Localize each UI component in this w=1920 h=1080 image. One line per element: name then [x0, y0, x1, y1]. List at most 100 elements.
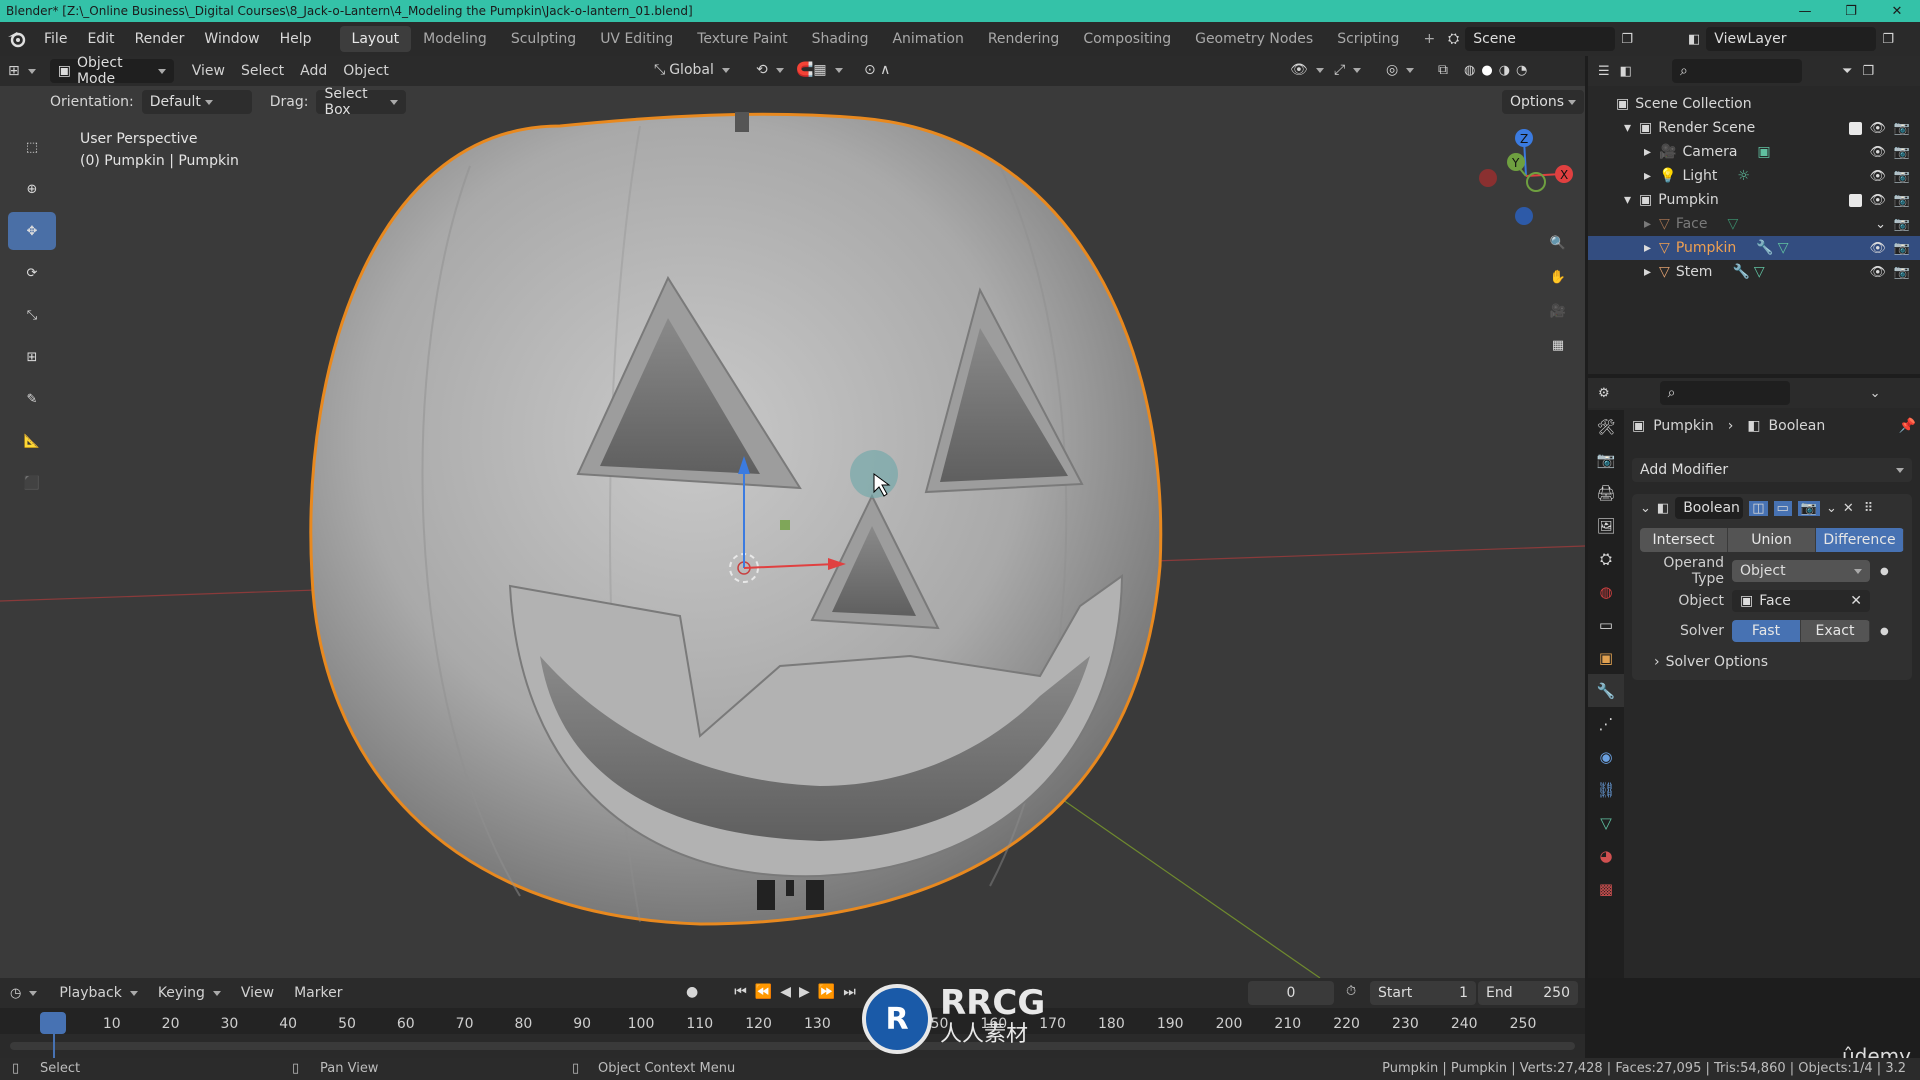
annotate-tool-icon[interactable]: ✎	[8, 380, 56, 418]
outliner-row-pumpkin-collection[interactable]: ▾ ▣ Pumpkin 👁 📷	[1588, 188, 1920, 212]
include-checkbox[interactable]	[1849, 193, 1862, 207]
viewport-menu-view[interactable]: View	[184, 63, 233, 79]
outliner-row-render-scene[interactable]: ▾ ▣ Render Scene 👁 📷	[1588, 116, 1920, 140]
add-workspace-icon[interactable]: +	[1411, 26, 1447, 52]
material-shading-icon[interactable]: ◑	[1499, 63, 1510, 78]
tab-compositing[interactable]: Compositing	[1071, 26, 1183, 52]
menu-help[interactable]: Help	[270, 31, 322, 47]
scale-tool-icon[interactable]: ⤡	[8, 296, 56, 334]
material-tab-icon[interactable]: ◕	[1588, 839, 1624, 872]
render-camera-icon[interactable]: 📷	[1894, 169, 1910, 184]
add-cube-tool-icon[interactable]: ⬛	[8, 464, 56, 502]
properties-options-icon[interactable]: ⌄	[1870, 386, 1881, 401]
tab-geometry-nodes[interactable]: Geometry Nodes	[1183, 26, 1325, 52]
wireframe-shading-icon[interactable]: ◍	[1464, 63, 1475, 78]
outliner-row-stem[interactable]: ▸ ▽ Stem 🔧 ▽ 👁 📷	[1588, 260, 1920, 284]
pan-hand-icon[interactable]: ✋	[1540, 260, 1576, 294]
tab-texture-paint[interactable]: Texture Paint	[685, 26, 799, 52]
eye-icon[interactable]: 👁	[1869, 121, 1886, 136]
camera-view-icon[interactable]: 🎥	[1540, 294, 1576, 328]
tab-uv-editing[interactable]: UV Editing	[588, 26, 685, 52]
maximize-button[interactable]: ❐	[1828, 0, 1874, 22]
constraints-tab-icon[interactable]: ⛓	[1588, 773, 1624, 806]
next-keyframe-icon[interactable]: ⏩	[818, 984, 835, 1000]
modifier-menu-icon[interactable]: ⌄	[1826, 501, 1837, 516]
orientation-dropdown[interactable]: Default	[141, 90, 252, 114]
outliner-scene-collection[interactable]: ▣ Scene Collection	[1588, 92, 1920, 116]
texture-tab-icon[interactable]: ▩	[1588, 872, 1624, 905]
menu-edit[interactable]: Edit	[77, 31, 124, 47]
physics-tab-icon[interactable]: ◉	[1588, 740, 1624, 773]
transform-tool-icon[interactable]: ⊞	[8, 338, 56, 376]
solver-exact-button[interactable]: Exact	[1801, 620, 1870, 642]
new-scene-icon[interactable]: ❐	[1621, 32, 1633, 47]
particles-tab-icon[interactable]: ⋰	[1588, 707, 1624, 740]
eye-icon[interactable]: 👁	[1869, 241, 1886, 256]
render-camera-icon[interactable]: 📷	[1894, 265, 1910, 280]
gizmo-toggle-icon[interactable]: ⤢	[1326, 62, 1369, 78]
view-layer-selector[interactable]: ViewLayer	[1706, 27, 1877, 51]
snap-icon[interactable]: 🧲▦	[788, 62, 851, 78]
render-tab-icon[interactable]: 📷	[1588, 443, 1624, 476]
outliner-editor-icon[interactable]: ☰	[1598, 64, 1610, 79]
play-icon[interactable]: ▶	[799, 984, 810, 1000]
operation-intersect-button[interactable]: Intersect	[1640, 528, 1728, 552]
render-camera-icon[interactable]: 📷	[1894, 121, 1910, 136]
options-dropdown[interactable]: Options	[1502, 90, 1585, 114]
keyframe-dot-icon[interactable]: ●	[1880, 626, 1889, 637]
operation-union-button[interactable]: Union	[1728, 528, 1816, 552]
preview-range-icon[interactable]: ⏱	[1346, 984, 1356, 999]
tab-modeling[interactable]: Modeling	[411, 26, 499, 52]
include-checkbox[interactable]	[1849, 121, 1862, 135]
solver-options-subpanel[interactable]: › Solver Options	[1632, 650, 1912, 674]
render-toggle-icon[interactable]: 📷	[1797, 500, 1820, 516]
eye-icon[interactable]: 👁	[1869, 193, 1886, 208]
minimize-button[interactable]: —	[1782, 0, 1828, 22]
blender-logo-icon[interactable]	[0, 30, 34, 48]
timeline-scrollbar[interactable]	[10, 1042, 1575, 1050]
tab-shading[interactable]: Shading	[800, 26, 881, 52]
clock-editor-icon[interactable]: ◷	[10, 986, 21, 1001]
modifier-name-field[interactable]: Boolean	[1675, 497, 1744, 519]
eye-hidden-icon[interactable]: ⌄	[1875, 217, 1886, 232]
object-tab-icon[interactable]: ▣	[1588, 641, 1624, 674]
cursor-tool-icon[interactable]: ⊕	[8, 170, 56, 208]
tab-rendering[interactable]: Rendering	[976, 26, 1072, 52]
solver-fast-button[interactable]: Fast	[1732, 620, 1801, 642]
menu-render[interactable]: Render	[125, 31, 195, 47]
operand-type-dropdown[interactable]: Object	[1732, 560, 1870, 582]
viewport-menu-add[interactable]: Add	[292, 63, 335, 79]
object-picker-field[interactable]: ▣ Face ✕	[1732, 590, 1870, 612]
transform-orientation-dropdown[interactable]: ⤡ Global	[646, 62, 738, 78]
properties-search-input[interactable]: ⌕	[1659, 381, 1790, 405]
current-frame-field[interactable]: 0	[1248, 981, 1334, 1005]
tool-tab-icon[interactable]: 🛠	[1588, 410, 1624, 443]
viewport-menu-object[interactable]: Object	[335, 63, 397, 79]
new-view-layer-icon[interactable]: ❐	[1882, 32, 1894, 47]
timeline-menu-playback[interactable]: Playback	[51, 985, 145, 1001]
visibility-icon[interactable]: 👁	[1282, 62, 1332, 78]
modifier-tab-icon[interactable]: 🔧	[1588, 674, 1624, 707]
navigation-gizmo[interactable]: Z Y X	[1476, 126, 1576, 226]
rotate-tool-icon[interactable]: ⟳	[8, 254, 56, 292]
auto-key-record-icon[interactable]: ●	[686, 984, 698, 1000]
tab-scripting[interactable]: Scripting	[1325, 26, 1411, 52]
timeline-menu-view[interactable]: View	[233, 985, 282, 1001]
render-camera-icon[interactable]: 📷	[1894, 241, 1910, 256]
tab-animation[interactable]: Animation	[880, 26, 975, 52]
properties-editor-icon[interactable]: ⚙	[1598, 386, 1610, 401]
playhead[interactable]	[40, 1012, 66, 1034]
move-tool-icon[interactable]: ✥	[8, 212, 56, 250]
keyframe-dot-icon[interactable]: ●	[1880, 566, 1889, 577]
add-modifier-dropdown[interactable]: Add Modifier	[1632, 458, 1912, 482]
edit-mode-toggle-icon[interactable]: ◫	[1749, 500, 1768, 516]
new-collection-icon[interactable]: ❐	[1862, 64, 1874, 79]
outliner-row-face[interactable]: ▸ ▽ Face ▽ ⌄ 📷	[1588, 212, 1920, 236]
eye-icon[interactable]: 👁	[1869, 169, 1886, 184]
pin-icon[interactable]: 📌	[1899, 418, 1916, 434]
collapse-chevron-icon[interactable]: ⌄	[1640, 501, 1651, 516]
view-layer-icon[interactable]: ◧	[1688, 32, 1700, 47]
scene-selector[interactable]: Scene	[1465, 27, 1616, 51]
scene-icon[interactable]: ⛭	[1448, 31, 1459, 47]
clear-object-icon[interactable]: ✕	[1850, 593, 1862, 609]
